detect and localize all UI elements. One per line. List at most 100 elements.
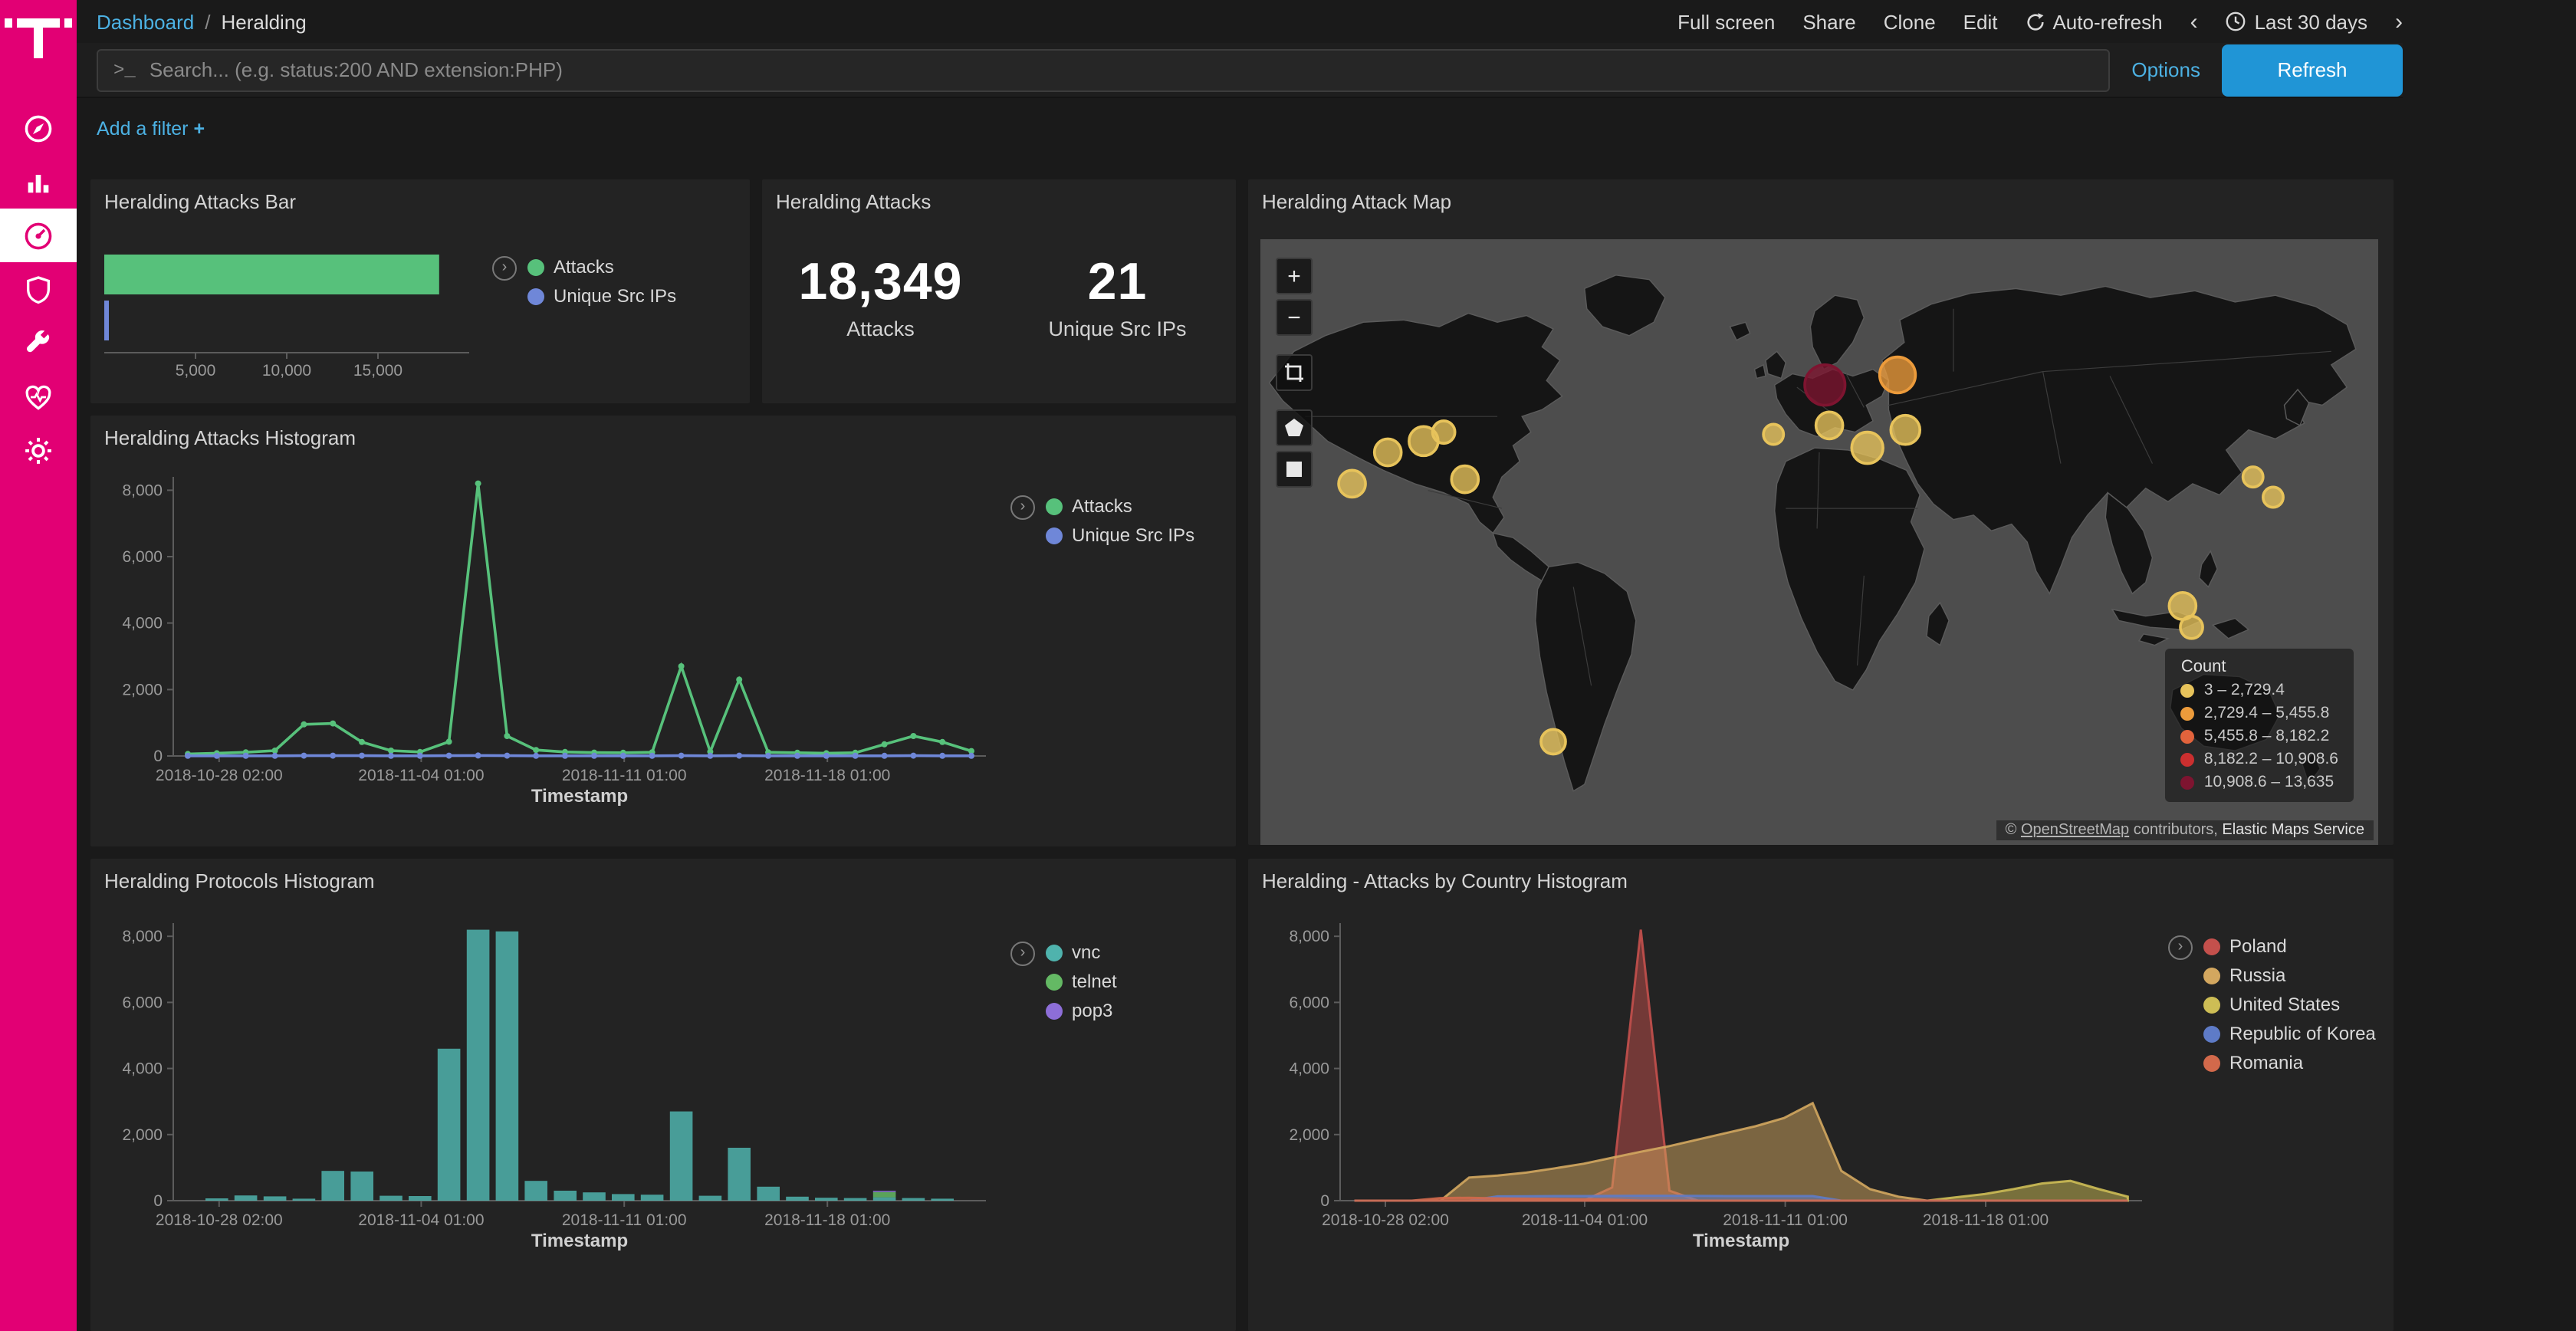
logo-dot-left	[5, 18, 12, 28]
map-marker[interactable]	[1541, 729, 1566, 754]
legend-toggle-icon[interactable]: ›	[2168, 935, 2193, 960]
legend-item[interactable]: Unique Src IPs	[527, 285, 676, 307]
metric-value: 18,349	[762, 253, 999, 313]
sidebar-item-discover[interactable]	[0, 101, 77, 155]
zoom-out-button[interactable]: −	[1276, 299, 1313, 336]
sidebar-item-dashboard[interactable]	[0, 209, 77, 262]
map-marker[interactable]	[1375, 439, 1401, 465]
share-button[interactable]: Share	[1802, 10, 1855, 33]
map-marker[interactable]	[1433, 421, 1455, 443]
legend-color-dot	[1046, 973, 1063, 990]
map-marker[interactable]	[2180, 616, 2203, 639]
map-legend-range: 3 – 2,729.4	[2204, 681, 2285, 699]
legend-label: Republic of Korea	[2229, 1023, 2376, 1044]
map-marker[interactable]	[1880, 357, 1916, 393]
polygon-icon	[1283, 417, 1305, 439]
legend-item[interactable]: Republic of Korea	[2203, 1023, 2376, 1044]
map-marker[interactable]	[2243, 467, 2263, 487]
auto-refresh-button[interactable]: Auto-refresh	[2025, 10, 2162, 33]
legend-item[interactable]: Attacks	[1046, 495, 1194, 517]
map-legend-item: 8,182.2 – 10,908.6	[2181, 750, 2338, 768]
attacks-bar-chart[interactable]: 5,00010,00015,000	[101, 247, 488, 393]
add-filter-link[interactable]: Add a filter +	[97, 118, 205, 140]
svg-text:2018-11-18 01:00: 2018-11-18 01:00	[764, 767, 890, 784]
legend-item[interactable]: Russia	[2203, 965, 2376, 986]
bar-chart-icon	[23, 166, 54, 197]
svg-text:2,000: 2,000	[1289, 1126, 1329, 1144]
panel-heralding-attack-map: Heralding Attack Map	[1248, 179, 2394, 845]
legend-item[interactable]: Romania	[2203, 1052, 2376, 1073]
panel-title: Heralding Protocols Histogram	[90, 859, 1236, 892]
map-marker[interactable]	[1891, 416, 1920, 445]
legend-item[interactable]: pop3	[1046, 1000, 1117, 1021]
sidebar-item-dev-tools[interactable]	[0, 316, 77, 370]
legend-item[interactable]: telnet	[1046, 971, 1117, 992]
svg-text:2018-10-28 02:00: 2018-10-28 02:00	[156, 1211, 283, 1229]
legend-color-dot	[1046, 527, 1063, 544]
clock-icon	[2226, 11, 2247, 32]
openstreetmap-link[interactable]: OpenStreetMap	[2021, 822, 2129, 839]
rectangle-draw-button[interactable]	[1276, 451, 1313, 488]
time-next-button[interactable]: ›	[2395, 10, 2403, 33]
svg-text:8,000: 8,000	[122, 928, 163, 945]
map-legend-dot	[2181, 683, 2195, 697]
world-map[interactable]: + − Count 3 – 2,729.42,729.4 – 5,455.85,…	[1260, 239, 2378, 845]
map-marker[interactable]	[1339, 470, 1365, 497]
legend-toggle-icon[interactable]: ›	[1010, 495, 1035, 520]
legend: Attacks Unique Src IPs	[1046, 495, 1194, 546]
map-marker[interactable]	[1763, 424, 1783, 444]
terminal-prompt-icon: >_	[113, 59, 136, 81]
breadcrumb-dashboard-link[interactable]: Dashboard	[97, 10, 194, 33]
panel-heralding-attacks-metric: Heralding Attacks 18,349Attacks21Unique …	[762, 179, 1236, 403]
legend-color-dot	[527, 288, 544, 304]
refresh-button[interactable]: Refresh	[2222, 44, 2403, 96]
protocols-bar-chart[interactable]: 02,0004,0006,0008,0002018-10-28 02:00201…	[103, 899, 1007, 1331]
time-range-picker[interactable]: Last 30 days	[2226, 10, 2367, 33]
legend-toggle-icon[interactable]: ›	[492, 256, 517, 281]
svg-text:2,000: 2,000	[122, 1126, 163, 1144]
options-link[interactable]: Options	[2131, 58, 2200, 81]
sidebar-item-security[interactable]	[0, 262, 77, 316]
sidebar-item-management[interactable]	[0, 423, 77, 477]
metric: 21Unique Src IPs	[999, 253, 1236, 340]
map-attribution: © OpenStreetMap contributors, Elastic Ma…	[1996, 820, 2374, 840]
map-marker[interactable]	[2263, 487, 2283, 507]
legend-item[interactable]: Unique Src IPs	[1046, 524, 1194, 546]
legend-label: Attacks	[1072, 495, 1132, 517]
legend: Poland Russia United States Republic of Kor…	[2203, 935, 2376, 1073]
elastic-maps-service-link[interactable]: Elastic Maps Service	[2222, 822, 2364, 839]
time-prev-button[interactable]: ‹	[2190, 10, 2198, 33]
attacks-line-chart[interactable]: 02,0004,0006,0008,0002018-10-28 02:00201…	[103, 455, 1007, 842]
legend-item[interactable]: Poland	[2203, 935, 2376, 957]
search-input[interactable]	[150, 58, 2094, 81]
legend-item[interactable]: vnc	[1046, 942, 1117, 963]
legend-item[interactable]: Attacks	[527, 256, 676, 278]
sidebar-item-monitoring[interactable]	[0, 370, 77, 423]
svg-text:2018-11-11 01:00: 2018-11-11 01:00	[562, 1211, 687, 1229]
map-marker[interactable]	[1816, 412, 1843, 439]
country-area-chart[interactable]: 02,0004,0006,0008,0002018-10-28 02:00201…	[1260, 899, 2157, 1331]
clone-button[interactable]: Clone	[1884, 10, 1936, 33]
crop-filter-button[interactable]	[1276, 354, 1313, 391]
full-screen-button[interactable]: Full screen	[1677, 10, 1775, 33]
metric-value: 21	[999, 253, 1236, 313]
legend-item[interactable]: United States	[2203, 994, 2376, 1015]
svg-text:5,000: 5,000	[176, 362, 216, 380]
edit-button[interactable]: Edit	[1963, 10, 1998, 33]
svg-text:15,000: 15,000	[353, 362, 402, 380]
metric: 18,349Attacks	[762, 253, 999, 340]
svg-text:Timestamp: Timestamp	[531, 1231, 628, 1251]
map-marker[interactable]	[1805, 365, 1845, 406]
sidebar-item-visualize[interactable]	[0, 155, 77, 209]
legend-toggle-icon[interactable]: ›	[1010, 942, 1035, 966]
legend-color-dot	[2203, 938, 2220, 955]
zoom-in-button[interactable]: +	[1276, 258, 1313, 294]
svg-text:2,000: 2,000	[122, 681, 163, 698]
svg-text:0: 0	[153, 1192, 163, 1210]
hbar	[104, 301, 109, 340]
map-marker[interactable]	[1852, 432, 1883, 464]
map-marker[interactable]	[1451, 466, 1478, 493]
polygon-draw-button[interactable]	[1276, 409, 1313, 446]
legend-label: Poland	[2229, 935, 2287, 957]
hbar	[104, 255, 439, 294]
